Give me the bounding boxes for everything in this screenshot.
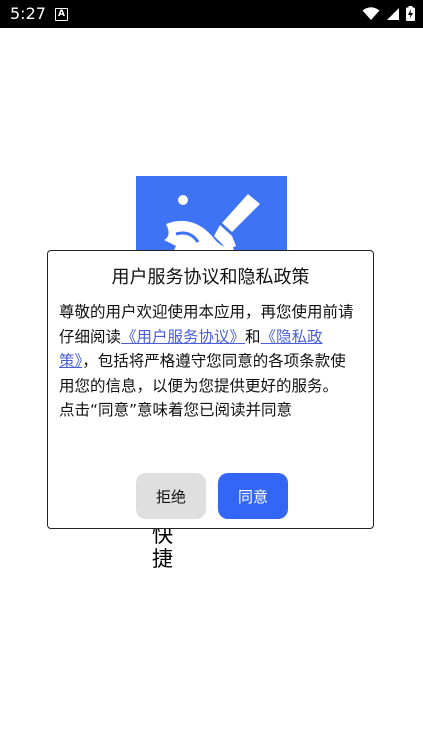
service-agreement-link[interactable]: 《用户服务协议》 bbox=[121, 328, 245, 346]
notification-a-icon: A bbox=[55, 8, 68, 21]
dialog-body: 尊敬的用户欢迎使用本应用，再您使用前请仔细阅读《用户服务协议》和《隐私政策》，包… bbox=[59, 300, 359, 423]
dialog-body-and: 和 bbox=[245, 327, 261, 346]
status-bar: 5:27 A bbox=[0, 0, 423, 28]
battery-charging-icon bbox=[406, 6, 415, 21]
dialog-body-note: 点击“同意”意味着您已阅读并同意 bbox=[59, 401, 293, 419]
status-time: 5:27 bbox=[10, 4, 46, 23]
signal-icon bbox=[387, 7, 399, 20]
reject-button[interactable]: 拒绝 bbox=[136, 473, 206, 519]
background-text-line: 捷 bbox=[152, 547, 173, 571]
dialog-title: 用户服务协议和隐私政策 bbox=[111, 267, 310, 288]
agreement-dialog: 用户服务协议和隐私政策 尊敬的用户欢迎使用本应用，再您使用前请仔细阅读《用户服务… bbox=[47, 250, 374, 529]
wifi-icon bbox=[362, 6, 380, 20]
dialog-body-rest: ，包括将严格遵守您同意的各项条款使用您的信息，以便为您提供更好的服务。 bbox=[59, 352, 346, 395]
agree-button[interactable]: 同意 bbox=[218, 473, 288, 519]
status-icons bbox=[362, 6, 415, 21]
background-text: 快 捷 bbox=[152, 523, 176, 571]
